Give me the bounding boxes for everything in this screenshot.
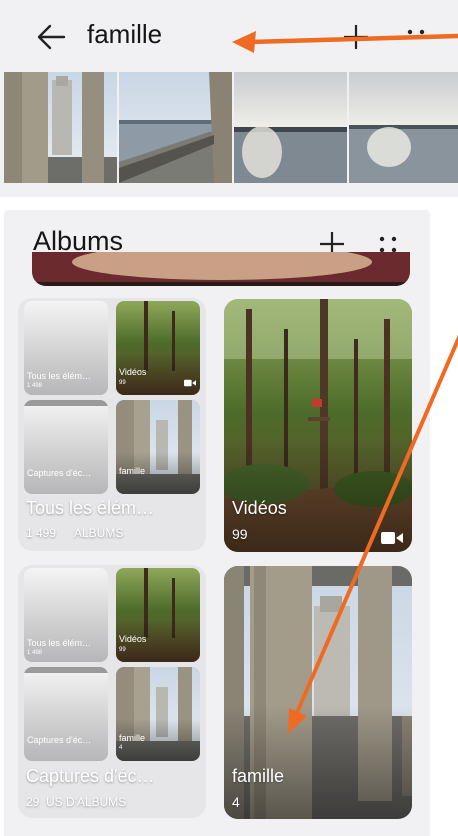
album-title: famille	[232, 766, 285, 786]
album-subtitle: US D'ALBUMS	[46, 795, 127, 809]
mini-album-screenshots: Captures d'éc…	[24, 667, 108, 761]
album-count: 4	[232, 794, 240, 810]
thumbnail-lake-sunset[interactable]	[234, 72, 347, 183]
mini-album-screenshots: Captures d'éc…	[24, 400, 108, 494]
album-title: Tous les élém…	[26, 498, 155, 518]
mini-album-all-items: Tous les élém… 1 498	[24, 568, 108, 662]
more-dots-icon[interactable]	[402, 23, 430, 51]
mini-album-all-items: Tous les élém… 1 498	[24, 301, 108, 395]
thumbnail-bridge-lake[interactable]	[119, 72, 232, 183]
page-title: famille	[87, 19, 163, 49]
video-icon	[381, 532, 403, 544]
album-card-famille[interactable]: famille 4	[224, 566, 412, 819]
mini-album-famille: famille 4	[116, 667, 200, 761]
albums-panel: Albums Tous les élém… 1 498 Vidéos 99 Ca…	[4, 210, 430, 836]
arrow-left-icon[interactable]	[34, 20, 68, 54]
album-card-videos[interactable]: Vidéos 99	[224, 299, 412, 552]
mini-album-videos: Vidéos 99	[116, 568, 200, 662]
thumbnail-lake-horizon[interactable]	[349, 72, 458, 183]
album-card-partial[interactable]	[32, 252, 410, 286]
mini-album-famille: famille	[116, 400, 200, 494]
album-title: Captures d'éc…	[26, 766, 155, 786]
thumbnail-tower-columns[interactable]	[4, 72, 117, 183]
album-group-card-all[interactable]: Tous les élém… 1 498 Vidéos 99 Captures …	[18, 298, 206, 551]
album-subtitle: ALBUMS	[74, 526, 124, 540]
photo-thumbnail-strip	[4, 72, 458, 183]
album-count: 99	[232, 526, 248, 542]
video-icon	[184, 379, 196, 387]
album-header-panel: famille	[0, 0, 458, 197]
album-count: 1 499	[26, 526, 57, 540]
mini-album-videos: Vidéos 99	[116, 301, 200, 395]
album-title: Vidéos	[232, 498, 287, 518]
top-app-bar: famille	[0, 0, 458, 72]
plus-icon[interactable]	[342, 23, 370, 51]
album-count: 29	[26, 795, 40, 809]
album-group-card-screenshots[interactable]: Tous les élém… 1 498 Vidéos 99 Captures …	[18, 565, 206, 818]
